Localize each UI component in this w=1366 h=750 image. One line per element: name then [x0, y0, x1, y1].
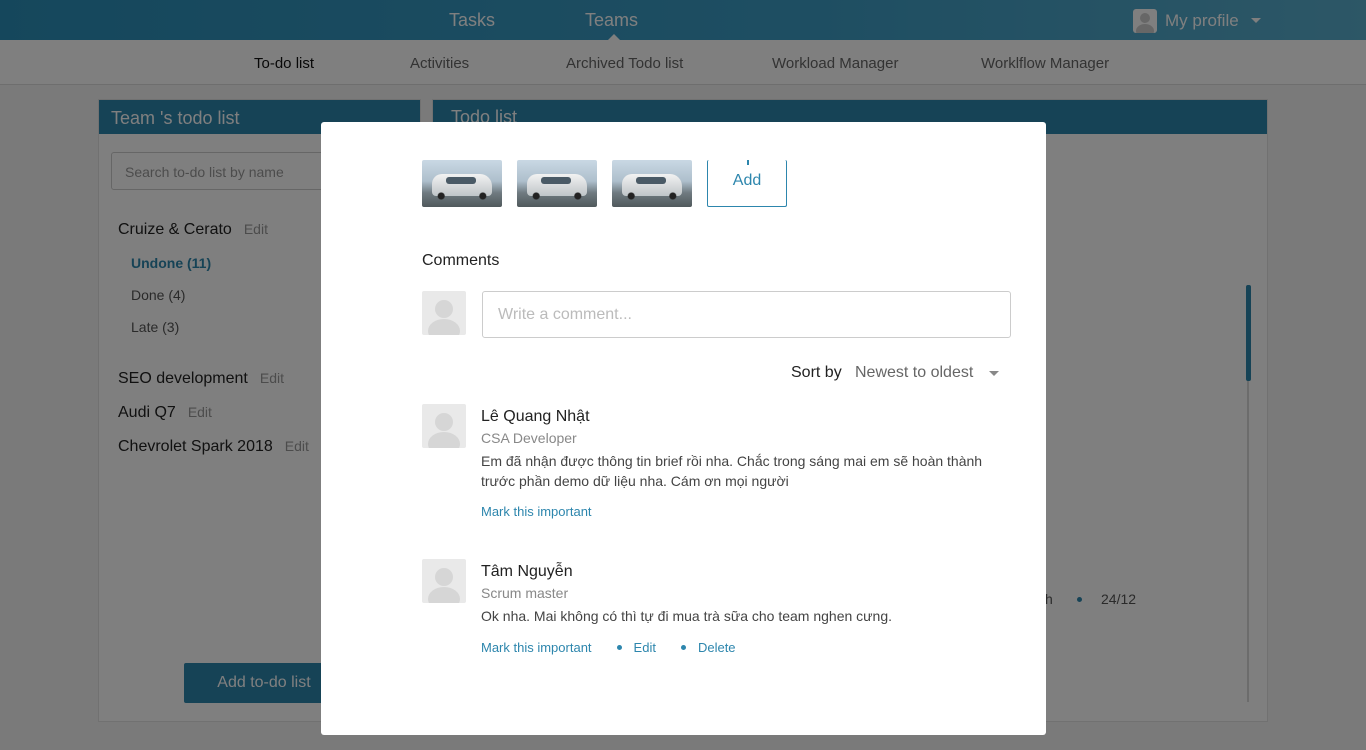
comments-title: Comments — [422, 252, 500, 269]
sort-label: Sort by — [791, 364, 842, 381]
separator-dot — [680, 645, 686, 650]
comment-author: Lê Quang Nhật — [481, 408, 590, 425]
mark-important-link[interactable]: Mark this important — [481, 504, 592, 519]
comment-text: Ok nha. Mai không có thì tự đi mua trà s… — [481, 608, 892, 624]
attachments: Add — [422, 160, 787, 208]
avatar — [422, 559, 466, 603]
add-attachment-button[interactable]: Add — [707, 160, 787, 207]
delete-comment-link[interactable]: Delete — [698, 640, 736, 655]
mark-important-link[interactable]: Mark this important — [481, 640, 592, 655]
avatar — [422, 404, 466, 448]
add-label: Add — [732, 172, 762, 189]
comment-actions: Mark this important — [481, 504, 592, 519]
avatar — [422, 291, 466, 335]
sort-select[interactable]: Newest to oldest — [855, 364, 1000, 382]
comment-author: Tâm Nguyễn — [481, 563, 573, 580]
separator-dot — [616, 645, 622, 650]
comment-actions: Mark this important Edit Delete — [481, 640, 736, 655]
attachment-thumbnail[interactable] — [517, 160, 597, 207]
chevron-down-icon — [989, 370, 1000, 376]
comment-role: CSA Developer — [481, 430, 577, 446]
todo-detail-modal: Add Comments Sort by Newest to oldest Lê… — [321, 122, 1046, 735]
attachment-thumbnail[interactable] — [612, 160, 692, 207]
sort-value: Newest to oldest — [855, 364, 974, 381]
comment-input[interactable] — [482, 291, 1011, 338]
attachment-thumbnail[interactable] — [422, 160, 502, 207]
edit-comment-link[interactable]: Edit — [634, 640, 656, 655]
comment-text: Em đã nhận được thông tin brief rồi nha.… — [481, 453, 983, 489]
comment-role: Scrum master — [481, 585, 569, 601]
